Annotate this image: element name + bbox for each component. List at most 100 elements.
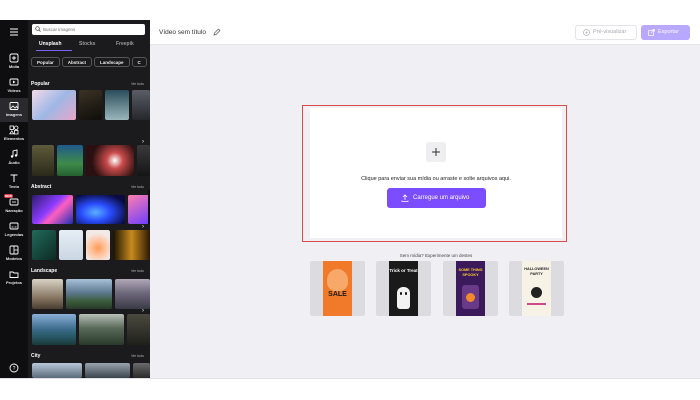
svg-text:?: ? — [13, 366, 16, 372]
chip-city[interactable]: C — [131, 57, 147, 67]
preview-label: Pré-visualizar — [593, 29, 627, 35]
template-title: SOME THING SPOOKY — [458, 268, 483, 277]
rail-item-modelos[interactable]: Modelos — [0, 242, 28, 266]
chip-landscape[interactable]: Landscape — [94, 57, 130, 67]
rail-item-label: Narração — [5, 208, 23, 213]
see-all-landscape[interactable]: Ver tudo — [131, 269, 144, 273]
section-title-popular: Popular — [31, 81, 50, 87]
suggestions-heading: Sem mídia? Experimente um destes — [399, 253, 473, 258]
search-box[interactable] — [32, 24, 145, 35]
help-button[interactable]: ? — [0, 360, 28, 376]
export-icon — [648, 29, 655, 36]
image-thumbnail[interactable] — [137, 145, 150, 176]
rail-item-narracao[interactable]: NEW Narração — [0, 194, 28, 218]
text-icon — [10, 174, 18, 182]
image-thumbnail[interactable] — [85, 363, 130, 378]
tab-freepik[interactable]: Freepik — [116, 41, 134, 47]
rail-item-label: Legendas — [4, 232, 24, 237]
image-thumbnail[interactable] — [66, 279, 112, 309]
captions-icon — [9, 222, 19, 230]
image-thumbnail[interactable] — [57, 145, 83, 176]
upload-icon — [401, 194, 409, 202]
template-card-halloween-party[interactable]: HALLOWEEN PARTY — [509, 261, 564, 316]
folder-icon — [9, 271, 19, 278]
icon-rail: Mídia Vídeos Imagens Elementos Áudio Tex… — [0, 20, 28, 378]
rail-item-legendas[interactable]: Legendas — [0, 218, 28, 242]
template-card-something-spooky[interactable]: SOME THING SPOOKY — [443, 261, 498, 316]
template-title: HALLOWEEN PARTY — [524, 267, 549, 276]
export-button[interactable]: Exportar — [641, 25, 690, 40]
chip-abstract[interactable]: Abstract — [61, 57, 93, 67]
chip-popular[interactable]: Popular — [31, 57, 60, 67]
image-thumbnail[interactable] — [86, 230, 110, 260]
image-thumbnail[interactable] — [59, 230, 83, 260]
rail-item-label: Texto — [8, 184, 20, 189]
image-thumbnail[interactable] — [115, 279, 150, 309]
image-icon — [9, 102, 19, 110]
see-all-city[interactable]: Ver tudo — [131, 354, 144, 358]
image-thumbnail[interactable] — [32, 230, 56, 260]
image-thumbnail[interactable] — [79, 90, 102, 120]
upload-instructions: Clique para enviar sua mídia ou arraste … — [361, 176, 511, 182]
rail-item-videos[interactable]: Vídeos — [0, 74, 28, 98]
template-card-trick-or-treat[interactable]: Trick or Treat — [376, 261, 431, 316]
section-title-abstract: Abstract — [31, 184, 52, 190]
rail-item-label: Elementos — [3, 136, 25, 141]
image-thumbnail[interactable] — [133, 363, 150, 378]
image-thumbnail[interactable] — [86, 145, 134, 176]
narration-icon — [9, 198, 19, 206]
see-all-popular[interactable]: Ver tudo — [131, 82, 144, 86]
video-icon — [9, 78, 19, 86]
scroll-right-icon[interactable]: › — [140, 138, 146, 146]
search-input[interactable] — [43, 25, 141, 34]
rail-item-midia[interactable]: Mídia — [0, 50, 28, 74]
upload-file-button[interactable]: Carregue um arquivo — [387, 188, 486, 208]
image-thumbnail[interactable] — [76, 195, 125, 224]
active-tab-indicator — [36, 50, 72, 51]
hamburger-menu-icon — [10, 28, 18, 36]
project-title[interactable]: Vídeo sem título — [159, 29, 206, 36]
image-thumbnail[interactable] — [32, 195, 73, 224]
image-thumbnail[interactable] — [128, 195, 150, 224]
rail-item-label: Mídia — [8, 64, 20, 69]
rail-item-projetos[interactable]: Projetos — [0, 266, 28, 290]
image-thumbnail[interactable] — [127, 314, 150, 345]
media-panel: Unsplash Stocks Freepik PopularAbstractL… — [28, 20, 150, 378]
see-all-abstract[interactable]: Ver tudo — [131, 185, 144, 189]
rail-item-imagens[interactable]: Imagens — [0, 98, 28, 122]
preview-button[interactable]: Pré-visualizar — [575, 25, 637, 40]
image-thumbnail[interactable] — [113, 230, 150, 260]
rail-item-label: Projetos — [5, 280, 22, 285]
image-thumbnail[interactable] — [105, 90, 129, 120]
scroll-right-icon[interactable]: › — [140, 223, 146, 231]
image-thumbnail[interactable] — [32, 314, 76, 345]
rail-item-audio[interactable]: Áudio — [0, 146, 28, 170]
editor-topbar: Vídeo sem título Pré-visualizar Exportar — [150, 20, 700, 45]
category-chips: Popular Abstract Landscape C — [31, 57, 150, 68]
image-thumbnail[interactable] — [32, 363, 82, 378]
add-media-button[interactable] — [426, 142, 446, 162]
rail-menu-button[interactable] — [0, 24, 28, 48]
image-thumbnail[interactable] — [32, 90, 76, 120]
shapes-icon — [9, 125, 19, 135]
image-thumbnail[interactable] — [79, 314, 124, 345]
section-title-landscape: Landscape — [31, 268, 58, 274]
pencil-icon[interactable] — [213, 28, 221, 36]
music-note-icon — [10, 149, 18, 158]
template-card-sale[interactable]: SALE — [310, 261, 365, 316]
rail-item-label: Modelos — [5, 256, 23, 261]
image-thumbnail[interactable] — [32, 279, 63, 309]
upload-dropzone[interactable] — [310, 108, 562, 238]
tab-unsplash[interactable]: Unsplash — [39, 41, 62, 47]
eye-icon — [583, 29, 590, 36]
tab-stocks[interactable]: Stocks — [79, 41, 95, 47]
image-thumbnail[interactable] — [32, 145, 54, 176]
media-plus-icon — [9, 53, 19, 63]
scroll-right-icon[interactable]: › — [140, 307, 146, 315]
image-thumbnail[interactable] — [132, 90, 150, 120]
rail-item-elementos[interactable]: Elementos — [0, 122, 28, 146]
template-title: Trick or Treat — [389, 268, 418, 273]
templates-icon — [9, 245, 19, 255]
rail-item-texto[interactable]: Texto — [0, 170, 28, 194]
section-title-city: City — [31, 353, 41, 359]
